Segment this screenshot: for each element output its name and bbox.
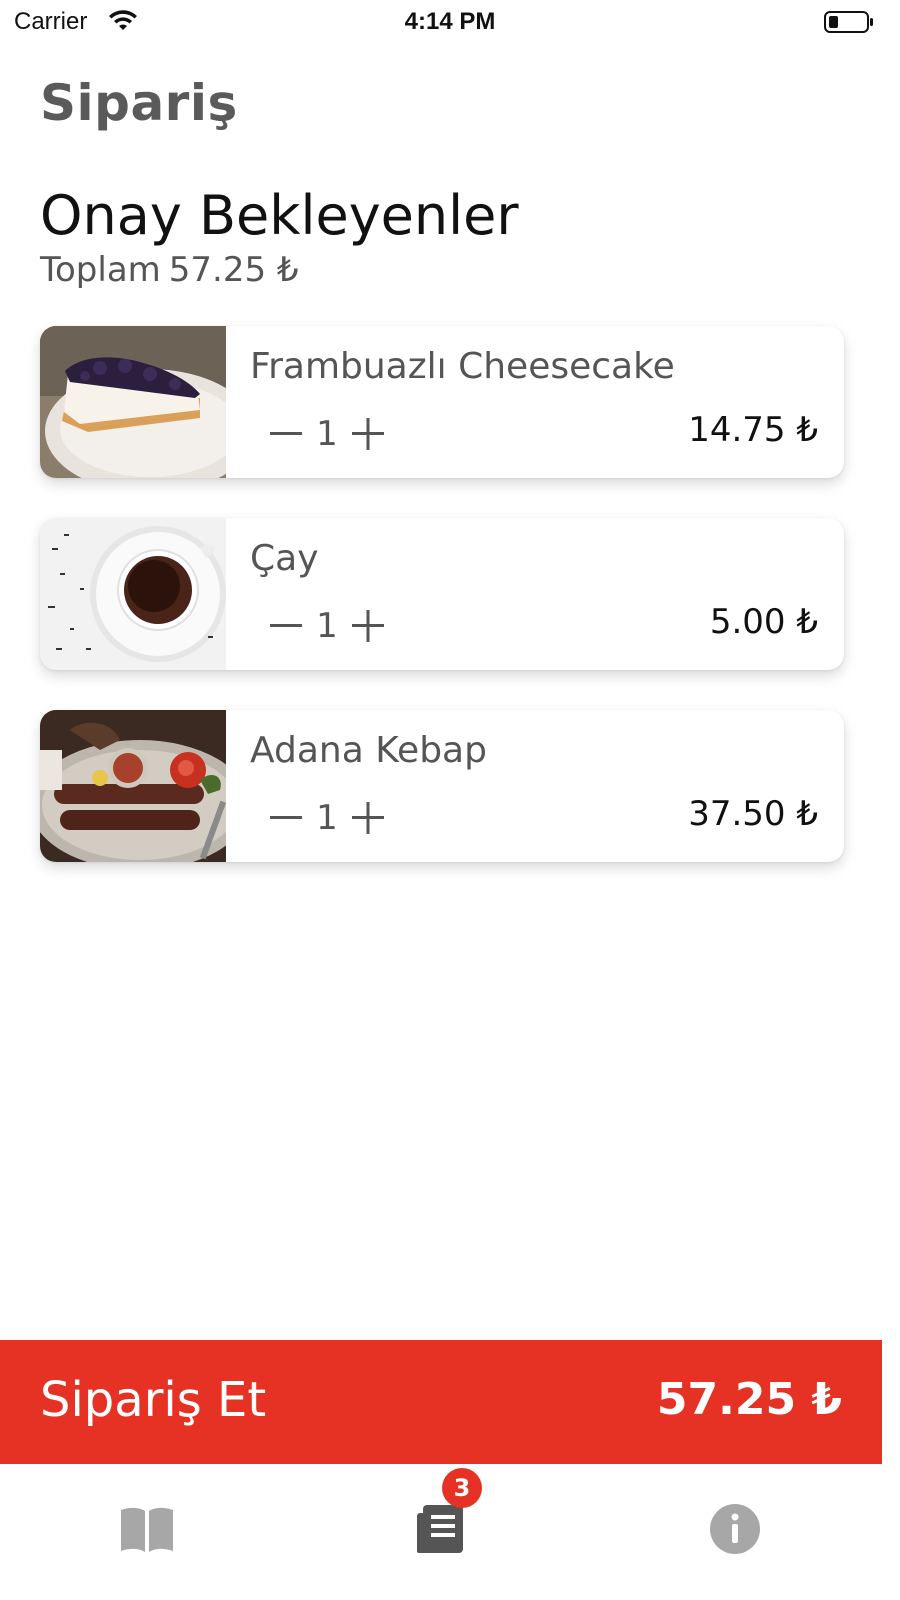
increase-button[interactable] (348, 796, 388, 840)
item-price: 5.00 ₺ (709, 602, 818, 642)
order-screen: Carrier 4:14 PM Sipariş Onay Bekleyenler… (0, 0, 900, 1600)
pending-total: Toplam 57.25 ₺ (40, 250, 299, 290)
tab-bar: 3 (0, 1464, 900, 1600)
order-item-list: Frambuazlı Cheesecake 1 14.75 ₺ Çay 1 5.… (40, 326, 844, 902)
tab-info[interactable] (690, 1484, 780, 1574)
pending-section-title: Onay Bekleyenler (40, 184, 519, 247)
decrease-button[interactable] (266, 604, 306, 648)
minus-icon (270, 816, 302, 819)
decrease-button[interactable] (266, 412, 306, 456)
order-count-badge: 3 (442, 1468, 482, 1508)
increase-button[interactable] (348, 604, 388, 648)
item-price: 14.75 ₺ (688, 410, 818, 450)
plus-icon (352, 610, 384, 642)
status-time: 4:14 PM (404, 8, 496, 35)
quantity-stepper: 1 (266, 412, 388, 456)
pending-total-value: 57.25 ₺ (168, 250, 299, 290)
order-item-card[interactable]: Frambuazlı Cheesecake 1 14.75 ₺ (40, 326, 844, 478)
place-order-button[interactable]: Sipariş Et 57.25 ₺ (0, 1340, 882, 1464)
tab-menu[interactable] (102, 1484, 192, 1574)
quantity-stepper: 1 (266, 796, 388, 840)
item-quantity: 1 (316, 798, 338, 838)
tab-orders[interactable]: 3 (396, 1468, 486, 1574)
order-item-card[interactable]: Adana Kebap 1 37.50 ₺ (40, 710, 844, 862)
menu-book-icon (121, 1507, 173, 1552)
plus-icon (352, 802, 384, 834)
item-name: Çay (250, 538, 319, 579)
plus-icon (352, 418, 384, 450)
quantity-stepper: 1 (266, 604, 388, 648)
item-price: 37.50 ₺ (688, 794, 818, 834)
order-total: 57.25 ₺ (656, 1374, 842, 1425)
cheesecake-photo (40, 326, 226, 478)
order-item-card[interactable]: Çay 1 5.00 ₺ (40, 518, 844, 670)
item-name: Adana Kebap (250, 730, 487, 771)
page-title: Sipariş (40, 74, 238, 132)
item-quantity: 1 (316, 606, 338, 646)
battery-icon (824, 11, 873, 33)
increase-button[interactable] (348, 412, 388, 456)
decrease-button[interactable] (266, 796, 306, 840)
minus-icon (270, 624, 302, 627)
pending-total-label: Toplam (40, 250, 161, 290)
place-order-label: Sipariş Et (40, 1372, 267, 1428)
minus-icon (270, 432, 302, 435)
item-quantity: 1 (316, 414, 338, 454)
tea-cup-photo (40, 518, 226, 670)
adana-kebap-photo (40, 710, 226, 862)
status-bar: Carrier 4:14 PM (0, 0, 900, 44)
item-name: Frambuazlı Cheesecake (250, 346, 675, 387)
order-list-icon (417, 1505, 463, 1553)
info-icon (710, 1504, 760, 1554)
